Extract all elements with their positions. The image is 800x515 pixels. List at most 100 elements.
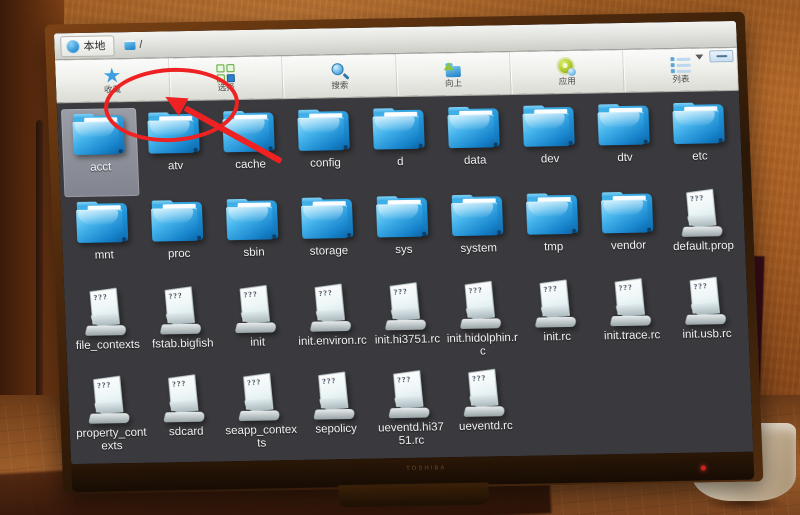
file-item[interactable]: ??? init.usb.rc	[667, 273, 745, 362]
file-item[interactable]: ??? default.prop	[664, 185, 742, 274]
unknown-file-icon: ???	[684, 276, 728, 325]
folder-item[interactable]: sbin	[214, 193, 292, 282]
toolbar-button-apps[interactable]: 应用	[509, 49, 626, 95]
checkbox-grid-icon	[216, 64, 236, 83]
file-item[interactable]: ??? init.hi3751.rc	[368, 278, 446, 367]
file-name-label: init.trace.rc	[603, 329, 661, 343]
file-item[interactable]: ??? sdcard	[146, 370, 224, 459]
folder-icon	[446, 106, 502, 151]
folder-icon	[75, 201, 131, 246]
toolbar-button-up[interactable]: 向上	[396, 52, 512, 97]
file-name-label: fstab.bigfish	[151, 337, 214, 351]
television: TOSHIBA 本地 / 收藏 选择 搜索 向上 应用 列表 acct atv …	[44, 11, 764, 508]
file-name-label: vendor	[610, 239, 647, 253]
file-name-label: init.hidolphin.rc	[446, 331, 519, 358]
file-name-label: sys	[394, 243, 413, 257]
folder-item[interactable]: d	[361, 102, 439, 191]
file-name-label: file_contexts	[75, 338, 141, 353]
unknown-file-icon: ???	[238, 372, 282, 422]
toolbar-button-select[interactable]: 选择	[168, 56, 285, 101]
unknown-file-icon: ???	[88, 375, 132, 424]
unknown-file-icon: ???	[534, 279, 578, 328]
file-name-label: sdcard	[168, 425, 204, 439]
breadcrumb[interactable]: /	[118, 35, 149, 55]
unknown-file-icon: ???	[680, 188, 724, 237]
minimize-icon[interactable]	[709, 49, 734, 63]
folder-item[interactable]: etc	[660, 97, 738, 186]
tab-local-storage[interactable]: 本地	[60, 34, 115, 57]
folder-item[interactable]: dev	[510, 100, 588, 189]
folder-item[interactable]: dtv	[585, 98, 663, 187]
folder-item[interactable]: cache	[211, 105, 289, 194]
file-name-label: init.rc	[543, 330, 572, 344]
up-folder-icon	[443, 61, 463, 78]
file-name-label: sbin	[243, 246, 265, 259]
folder-icon	[599, 191, 655, 236]
file-item[interactable]: ??? init.rc	[517, 276, 595, 365]
file-item[interactable]: ??? init.hidolphin.rc	[442, 277, 520, 366]
folder-item[interactable]: acct	[60, 107, 140, 198]
folder-item[interactable]: sys	[364, 190, 442, 279]
file-name-label: seapp_contexts	[225, 423, 298, 450]
folder-item[interactable]: mnt	[64, 196, 142, 285]
file-name-label: data	[463, 154, 487, 167]
file-item[interactable]: ??? init	[218, 281, 296, 370]
file-item[interactable]: ??? ueventd.rc	[446, 365, 524, 454]
file-name-label: init.usb.rc	[682, 327, 732, 341]
file-name-label: atv	[167, 160, 184, 173]
unknown-file-icon: ???	[463, 368, 507, 417]
folder-item[interactable]: config	[286, 104, 364, 193]
file-name-label: ueventd.hi3751.rc	[377, 421, 445, 447]
file-name-label: acct	[89, 161, 112, 174]
file-grid[interactable]: acct atv cache config d data dev dtv etc mnt proc s…	[56, 90, 754, 465]
folder-item[interactable]: vendor	[589, 186, 667, 275]
file-name-label: ueventd.rc	[458, 419, 514, 433]
toolbar-label-select: 选择	[217, 81, 235, 93]
tv-screen: 本地 / 收藏 选择 搜索 向上 应用 列表 acct atv cache co…	[53, 20, 754, 465]
file-name-label: default.prop	[672, 239, 735, 254]
file-name-label: sepolicy	[315, 422, 358, 436]
folder-item[interactable]: data	[435, 101, 513, 190]
folder-item[interactable]: tmp	[514, 188, 592, 277]
file-name-label: dev	[540, 153, 560, 166]
file-item[interactable]: ??? ueventd.hi3751.rc	[371, 366, 449, 455]
toolbar-button-search[interactable]: 搜索	[282, 54, 398, 99]
file-name-label: init.hi3751.rc	[374, 333, 441, 347]
unknown-file-icon: ???	[163, 374, 207, 423]
folder-icon	[375, 196, 431, 241]
toolbar-label-apps: 应用	[558, 75, 576, 86]
toolbar-label-up: 向上	[444, 77, 463, 89]
folder-icon	[450, 194, 506, 239]
tv-brand-logo: TOSHIBA	[406, 465, 447, 472]
breadcrumb-path: /	[139, 38, 143, 51]
toolbar-button-favorites[interactable]: 收藏	[54, 58, 171, 103]
folder-item[interactable]: proc	[139, 194, 217, 283]
folder-item[interactable]: storage	[289, 192, 367, 281]
folder-icon	[671, 102, 727, 147]
toolbar-label-list-view: 列表	[672, 73, 690, 84]
folder-icon	[296, 109, 352, 154]
toolbar-label-favorites: 收藏	[103, 83, 122, 95]
file-item[interactable]: ??? file_contexts	[68, 284, 146, 373]
file-item[interactable]: ??? seapp_contexts	[221, 369, 299, 458]
file-item[interactable]: ??? init.environ.rc	[293, 280, 371, 369]
chevron-down-icon[interactable]	[695, 54, 704, 60]
file-item[interactable]: ??? sepolicy	[296, 368, 374, 457]
unknown-file-icon: ???	[609, 278, 653, 327]
file-name-label: proc	[167, 247, 191, 261]
file-item[interactable]: ??? property_contexts	[72, 372, 150, 461]
file-name-label: dtv	[617, 151, 633, 165]
folder-icon	[596, 104, 652, 149]
unknown-file-icon: ???	[234, 284, 278, 334]
folder-item[interactable]: system	[439, 189, 517, 278]
file-name-label: property_contexts	[76, 426, 147, 453]
gear-icon	[557, 58, 576, 76]
file-item[interactable]: ??? fstab.bigfish	[143, 282, 221, 371]
unknown-file-icon: ???	[85, 287, 129, 336]
file-item[interactable]: ??? init.trace.rc	[592, 274, 670, 363]
toolbar-label-search: 搜索	[331, 79, 349, 91]
globe-icon	[66, 39, 80, 53]
toolbar-window-controls	[695, 49, 734, 63]
folder-icon	[150, 200, 206, 245]
folder-item[interactable]: atv	[136, 107, 214, 196]
